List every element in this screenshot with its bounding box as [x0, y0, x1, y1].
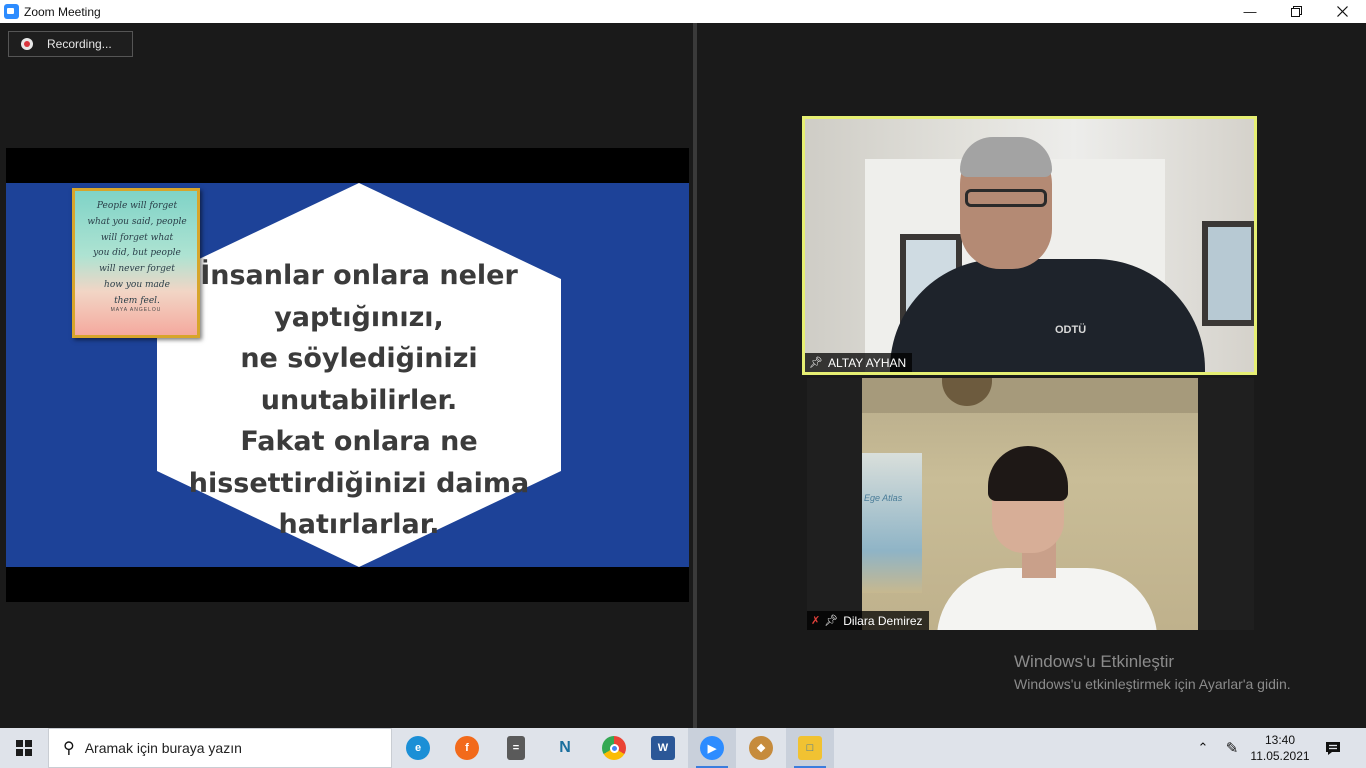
quote-line: what you said, people: [87, 216, 187, 227]
chevron-up-icon: ⌃: [1197, 740, 1209, 755]
video-tile-dilara-demirez[interactable]: Ege Atlas ✗ 📌︎ Dilara Demirez: [807, 378, 1254, 630]
edge-icon: e: [406, 736, 430, 760]
pin-icon: 📌︎: [809, 357, 823, 369]
search-icon: ⚲: [63, 740, 75, 757]
record-icon: [21, 38, 33, 50]
wall-poster: Ege Atlas: [862, 453, 922, 593]
zoom-app-icon: [4, 4, 19, 19]
start-button[interactable]: [0, 728, 48, 768]
slide-text-line: ne söylediğinizi: [240, 343, 478, 374]
taskbar-app-edge[interactable]: e: [394, 728, 442, 768]
taskbar-clock[interactable]: 13:40 11.05.2021: [1248, 732, 1312, 764]
slide-text-line: hatırlarlar.: [278, 509, 440, 540]
shared-screen[interactable]: People will forget what you said, people…: [6, 148, 689, 602]
pin-icon: 📌︎: [824, 615, 839, 627]
poster-label: Ege Atlas: [864, 493, 903, 503]
slide-text-line: İnsanlar onlara neler: [200, 260, 518, 291]
recording-label: Recording...: [47, 37, 112, 51]
close-icon: [1336, 6, 1348, 17]
video-feed: ODTÜ: [805, 119, 1254, 372]
windows-taskbar: ⚲ Aramak için buraya yazın e f = N W ▶ ❖…: [0, 728, 1366, 768]
windows-logo-icon: [16, 740, 32, 756]
slide-main-text: İnsanlar onlara neler yaptığınızı, ne sö…: [157, 255, 561, 546]
window-title: Zoom Meeting: [24, 4, 101, 19]
recording-indicator[interactable]: Recording...: [8, 31, 133, 57]
show-hidden-icons-button[interactable]: ⌃: [1190, 728, 1216, 768]
pen-icon: ✎: [1225, 740, 1239, 757]
word-icon: W: [651, 736, 675, 760]
slide-text-line: Fakat onlara ne: [240, 426, 478, 457]
nx-icon: N: [559, 739, 571, 756]
window-titlebar: Zoom Meeting —: [0, 0, 1366, 23]
participant-hair: [988, 446, 1068, 501]
participant-name: ALTAY AYHAN: [827, 355, 907, 370]
taskbar-app-word[interactable]: W: [639, 728, 687, 768]
taskbar-app-calculator[interactable]: =: [492, 728, 540, 768]
minimize-button[interactable]: —: [1227, 0, 1273, 23]
activation-subtitle: Windows'u etkinleştirmek için Ayarlar'a …: [1014, 676, 1291, 692]
calculator-icon: =: [507, 736, 525, 760]
chrome-icon: [602, 736, 626, 760]
search-placeholder: Aramak için buraya yazın: [84, 740, 242, 756]
close-button[interactable]: [1319, 0, 1365, 23]
windows-activation-watermark: Windows'u Etkinleştir Windows'u etkinleş…: [1014, 652, 1291, 692]
paint-icon: ❖: [749, 736, 773, 760]
participant-glasses: [965, 189, 1047, 207]
video-feed: Ege Atlas: [862, 378, 1198, 630]
quote-line: People will forget: [96, 201, 178, 211]
taskbar-app-firefox[interactable]: f: [443, 728, 491, 768]
restore-button[interactable]: [1273, 0, 1319, 23]
participant-name: Dilara Demirez: [843, 613, 923, 628]
participant-nametag: 📌︎ ALTAY AYHAN: [805, 353, 913, 372]
pen-workspace-button[interactable]: ✎: [1218, 728, 1246, 768]
minimize-icon: —: [1243, 4, 1257, 19]
activation-title: Windows'u Etkinleştir: [1014, 652, 1175, 671]
taskbar-app-paint[interactable]: ❖: [737, 728, 785, 768]
ceiling: [862, 378, 1198, 413]
taskbar-app-chrome[interactable]: [590, 728, 638, 768]
meeting-area: Recording... People will forget what you…: [0, 23, 1366, 728]
clock-time: 13:40: [1264, 733, 1296, 747]
restore-icon: [1290, 6, 1302, 17]
presentation-slide: People will forget what you said, people…: [6, 183, 689, 567]
taskbar-app-file-explorer[interactable]: □: [786, 728, 834, 768]
taskbar-search-box[interactable]: ⚲ Aramak için buraya yazın: [48, 728, 392, 768]
action-center-button[interactable]: [1318, 728, 1348, 768]
notification-icon: [1326, 741, 1340, 755]
slide-text-line: hissettirdiğinizi daima: [188, 467, 530, 499]
clock-date: 11.05.2021: [1250, 749, 1310, 763]
view-splitter[interactable]: [693, 23, 697, 728]
zoom-icon: ▶: [700, 736, 724, 760]
slide-text-line: unutabilirler.: [260, 384, 458, 416]
participant-hair: [960, 137, 1052, 177]
participant-nametag: ✗ 📌︎ Dilara Demirez: [807, 611, 929, 630]
muted-mic-icon: ✗: [811, 615, 821, 627]
shirt-logo: ODTÜ: [1055, 324, 1087, 336]
wall-picture: [1202, 221, 1254, 326]
slide-text-line: yaptığınızı,: [274, 301, 444, 333]
video-tile-altay-ayhan[interactable]: ODTÜ 📌︎ ALTAY AYHAN: [802, 116, 1257, 375]
firefox-icon: f: [455, 736, 479, 760]
file-explorer-icon: □: [798, 736, 822, 760]
taskbar-app-nx[interactable]: N: [541, 728, 589, 768]
taskbar-app-zoom[interactable]: ▶: [688, 728, 736, 768]
quote-line: will forget what: [100, 232, 174, 243]
